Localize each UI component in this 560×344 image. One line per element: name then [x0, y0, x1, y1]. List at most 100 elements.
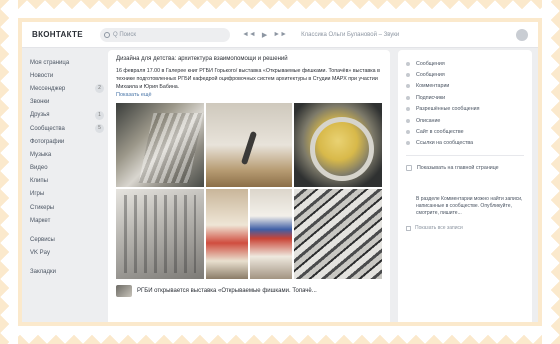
post-photo[interactable] — [206, 103, 292, 187]
show-more-link[interactable]: Показать ещё — [116, 92, 382, 98]
sidebar-item-communities[interactable]: Сообщества 5 — [30, 122, 104, 135]
right-menu-label: Сообщения — [416, 60, 445, 67]
sidebar-item-stickers[interactable]: Стикеры — [30, 201, 104, 214]
right-panel-divider — [406, 155, 524, 157]
sidebar-item-label: VK Pay — [30, 250, 51, 257]
feed-post: Дизайна для детства: архитектура взаимоп… — [108, 50, 390, 322]
sidebar-item-photos[interactable]: Фотографии — [30, 135, 104, 148]
post-photo[interactable] — [116, 189, 204, 279]
sidebar-item-label: Фотографии — [30, 138, 65, 145]
sidebar-item-label: Моя страница — [30, 59, 70, 66]
post-photo[interactable] — [294, 189, 382, 279]
photo-grid — [116, 103, 382, 279]
right-menu-item[interactable]: Разрешённые сообщения — [406, 104, 524, 115]
prev-track-icon[interactable]: ◄◄ — [242, 31, 256, 38]
info-note: В разделе Комментарии можно найти записи… — [416, 196, 523, 217]
sidebar-item-news[interactable]: Новости — [30, 69, 104, 82]
sidebar-item-label: Стикеры — [30, 204, 55, 211]
sidebar-item-label: Сервисы — [30, 237, 55, 244]
friends-count-badge: 1 — [95, 110, 104, 120]
sidebar-item-label: Видео — [30, 165, 48, 172]
zigzag-frame-top — [0, 0, 560, 18]
unread-count-badge: 2 — [95, 84, 104, 94]
vk-screenshot: ВКОНТАКТЕ Q Поиск ◄◄ ▶ ►► Классика Ольги… — [22, 22, 538, 322]
bullet-icon — [406, 73, 410, 78]
search-input[interactable]: Q Поиск — [100, 27, 230, 42]
sidebar-item-bookmarks[interactable]: Закладки — [30, 266, 104, 279]
sidebar-item-games[interactable]: Игры — [30, 188, 104, 201]
sidebar-item-messenger[interactable]: Мессенджер 2 — [30, 82, 104, 95]
right-menu-item[interactable]: Ссылки на сообщества — [406, 138, 524, 149]
sidebar-item-label: Музыка — [30, 151, 52, 158]
right-menu-label: Комментарии — [416, 83, 450, 90]
current-track[interactable]: Классика Ольги Булановой – Звуки — [301, 32, 399, 38]
bullet-icon — [406, 61, 410, 66]
bullet-icon — [406, 107, 410, 112]
sidebar-item-label: Клипы — [30, 178, 48, 185]
post-photo[interactable] — [250, 189, 292, 279]
sidebar-item-market[interactable]: Маркет — [30, 214, 104, 227]
right-menu-item[interactable]: Подписчики — [406, 92, 524, 103]
bullet-icon — [406, 84, 410, 89]
repost-thumbnail — [116, 285, 132, 297]
sidebar-item-label: Игры — [30, 191, 45, 198]
right-menu-label: Разрешённые сообщения — [416, 106, 480, 113]
sidebar-item-music[interactable]: Музыка — [30, 148, 104, 161]
left-sidebar: Моя страница Новости Мессенджер 2 Звонки… — [30, 56, 104, 279]
sidebar-item-friends[interactable]: Друзья 1 — [30, 109, 104, 122]
right-menu-item[interactable]: Комментарии — [406, 81, 524, 92]
repost-preview[interactable]: РГБИ открывается выставка «Открываемые ф… — [116, 285, 382, 297]
right-panel: Сообщения Сообщения Комментарии Подписчи… — [398, 50, 532, 322]
sidebar-item-label: Закладки — [30, 269, 56, 276]
sidebar-item-profile[interactable]: Моя страница — [30, 56, 104, 69]
search-placeholder: Q Поиск — [113, 31, 136, 38]
vk-logo[interactable]: ВКОНТАКТЕ — [32, 30, 100, 39]
sidebar-item-video[interactable]: Видео — [30, 162, 104, 175]
sidebar-item-clips[interactable]: Клипы — [30, 175, 104, 188]
footer-label: Показать все записи — [415, 225, 463, 232]
sidebar-item-services[interactable]: Сервисы — [30, 233, 104, 246]
search-icon — [104, 31, 110, 38]
right-menu-item[interactable]: Сообщения — [406, 58, 524, 69]
repost-title: РГБИ открывается выставка «Открываемые ф… — [137, 288, 317, 294]
bullet-icon — [406, 118, 410, 123]
right-menu-label: Сообщения — [416, 72, 445, 79]
checkbox-icon — [406, 165, 412, 172]
sidebar-item-vkpay[interactable]: VK Pay — [30, 247, 104, 260]
right-menu-item[interactable]: Сообщения — [406, 69, 524, 80]
sidebar-item-label: Новости — [30, 72, 54, 79]
sidebar-item-label: Сообщества — [30, 125, 65, 132]
sidebar-item-label: Звонки — [30, 99, 50, 106]
right-menu-label: Описание — [416, 117, 441, 124]
zigzag-frame-right — [542, 0, 560, 344]
post-photo[interactable] — [294, 103, 382, 187]
audio-player: ◄◄ ▶ ►► — [242, 31, 287, 39]
zigzag-frame-left — [0, 0, 18, 344]
user-avatar[interactable] — [516, 28, 528, 41]
bullet-icon — [406, 95, 410, 100]
sidebar-item-label: Маркет — [30, 217, 51, 224]
right-menu-item[interactable]: Сайт в сообществе — [406, 126, 524, 137]
sidebar-item-label: Мессенджер — [30, 85, 66, 92]
right-menu-label: Сайт в сообществе — [416, 129, 464, 136]
post-heading: Дизайна для детства: архитектура взаимоп… — [116, 56, 288, 62]
post-photo[interactable] — [206, 189, 248, 279]
right-menu-label: Ссылки на сообщества — [416, 140, 474, 147]
zigzag-frame-bottom — [0, 326, 560, 344]
play-icon[interactable]: ▶ — [262, 31, 267, 39]
show-all-posts-link[interactable]: Показать все записи — [406, 225, 524, 231]
top-bar: ВКОНТАКТЕ Q Поиск ◄◄ ▶ ►► Классика Ольги… — [22, 22, 538, 48]
checkbox-icon — [406, 225, 411, 231]
sidebar-item-calls[interactable]: Звонки — [30, 96, 104, 109]
checkbox-label: Показывать на главной странице — [417, 165, 499, 172]
communities-count-badge: 5 — [95, 124, 104, 134]
right-menu-label: Подписчики — [416, 94, 446, 101]
bullet-icon — [406, 130, 410, 135]
right-menu-item[interactable]: Описание — [406, 115, 524, 126]
show-on-main-checkbox[interactable]: Показывать на главной странице — [406, 162, 524, 174]
bullet-icon — [406, 141, 410, 146]
sidebar-item-label: Друзья — [30, 112, 50, 119]
post-text: 16 февраля 17.00 в Галерее книг РГБИ Гор… — [116, 68, 380, 90]
post-photo[interactable] — [116, 103, 204, 187]
next-track-icon[interactable]: ►► — [273, 31, 287, 38]
